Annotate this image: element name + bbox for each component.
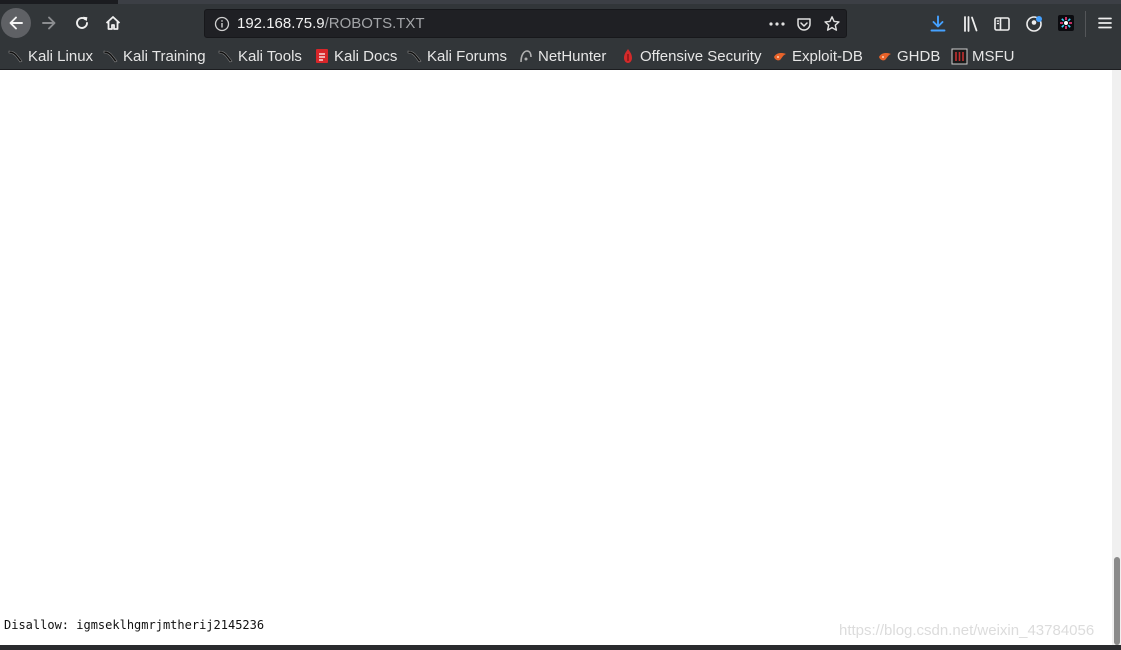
home-button[interactable] — [98, 8, 128, 38]
bookmark-exploit-db[interactable]: Exploit-DB — [772, 46, 863, 66]
bookmark-label: NetHunter — [538, 47, 607, 65]
toolbar-separator — [1085, 11, 1086, 37]
download-icon[interactable] — [929, 15, 947, 33]
bookmark-label: GHDB — [897, 47, 941, 65]
bookmark-label: Exploit-DB — [792, 47, 863, 65]
more-horizontal-icon[interactable] — [768, 16, 786, 32]
back-button[interactable] — [1, 8, 31, 38]
home-icon — [105, 16, 121, 30]
bookmark-label: Kali Linux — [28, 47, 94, 65]
watermark: https://blog.csdn.net/weixin_43784056 — [839, 622, 1095, 639]
page-content: Disallow: igmseklhgmrjmtherij2145236 htt… — [0, 70, 1112, 645]
url-bar[interactable]: 192.168.75.9/ROBOTS.TXT — [204, 9, 847, 38]
bookmark-offensive-security[interactable]: Offensive Security — [620, 46, 761, 66]
kali-dragon-icon — [407, 50, 422, 63]
ghdb-icon — [879, 53, 891, 61]
bookmark-label: Kali Docs — [334, 47, 398, 65]
bookmarks-toolbar: Kali Linux Kali Training Kali Tools Kali… — [0, 42, 1121, 70]
bookmark-label: Kali Tools — [238, 47, 302, 65]
bookmark-msfu[interactable]: MSFU — [951, 46, 1015, 66]
account-sync-icon[interactable] — [1025, 15, 1043, 33]
url-host: 192.168.75.9 — [237, 15, 325, 32]
vertical-scrollbar[interactable] — [1112, 70, 1121, 645]
window-bottom-edge — [0, 645, 1121, 650]
arrow-right-icon — [42, 16, 56, 30]
bookmark-star-icon[interactable] — [823, 15, 841, 33]
hamburger-menu-icon[interactable] — [1097, 15, 1113, 31]
kali-dragon-icon — [103, 50, 118, 63]
kali-dragon-icon — [218, 50, 233, 63]
forward-button[interactable] — [34, 8, 64, 38]
bookmark-kali-tools[interactable]: Kali Tools — [218, 46, 302, 66]
kali-dragon-icon — [8, 50, 23, 63]
msfu-icon — [951, 48, 968, 64]
nethunter-icon — [520, 50, 532, 63]
bookmark-nethunter[interactable]: NetHunter — [518, 46, 606, 66]
offsec-icon — [624, 49, 632, 63]
library-icon[interactable] — [962, 15, 980, 33]
url-path: /ROBOTS.TXT — [324, 15, 425, 32]
exploit-db-icon — [774, 53, 786, 61]
bookmark-kali-forums[interactable]: Kali Forums — [407, 46, 507, 66]
kali-docs-icon — [316, 49, 328, 63]
bookmark-label: Kali Forums — [427, 47, 508, 65]
url-text[interactable]: 192.168.75.9/ROBOTS.TXT — [237, 15, 425, 32]
site-info-icon[interactable] — [214, 16, 230, 32]
robots-disallow-line: Disallow: igmseklhgmrjmtherij2145236 — [4, 618, 265, 632]
pocket-icon[interactable] — [796, 16, 812, 32]
bookmark-kali-docs[interactable]: Kali Docs — [314, 46, 397, 66]
navigation-toolbar: 192.168.75.9/ROBOTS.TXT — [0, 4, 1121, 42]
bookmark-kali-linux[interactable]: Kali Linux — [8, 46, 93, 66]
extension-icon[interactable] — [1057, 14, 1075, 32]
bookmark-label: MSFU — [972, 47, 1015, 65]
reload-icon — [76, 16, 88, 29]
bookmark-label: Kali Training — [123, 47, 206, 65]
scrollbar-thumb[interactable] — [1114, 557, 1120, 645]
reload-button[interactable] — [67, 8, 97, 38]
bookmark-kali-training[interactable]: Kali Training — [103, 46, 206, 66]
bookmark-ghdb[interactable]: GHDB — [877, 46, 940, 66]
arrow-left-icon — [9, 16, 23, 30]
sidebar-icon[interactable] — [993, 15, 1011, 33]
bookmark-label: Offensive Security — [640, 47, 762, 65]
